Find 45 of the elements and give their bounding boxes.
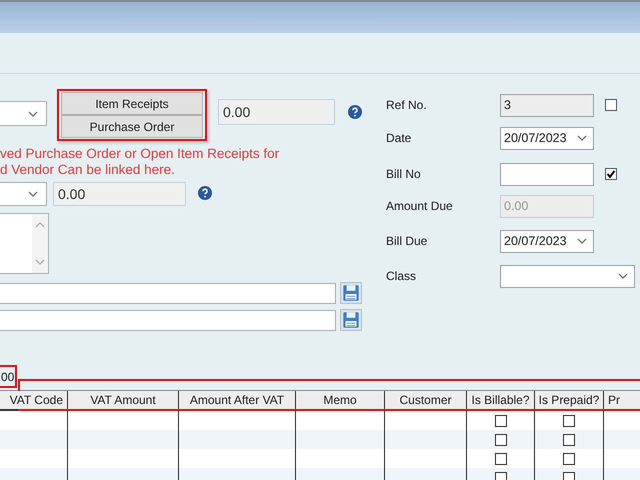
checkbox[interactable] xyxy=(605,168,617,180)
checkbox[interactable] xyxy=(563,472,575,480)
help-icon[interactable] xyxy=(198,186,212,200)
dropdown[interactable]: 20/07/2023 xyxy=(500,230,594,252)
dropdown[interactable]: 20/07/2023 xyxy=(500,126,594,150)
checkbox[interactable] xyxy=(563,434,575,446)
column-header[interactable]: Memo xyxy=(296,391,385,409)
checkbox[interactable] xyxy=(494,472,506,480)
checkbox[interactable] xyxy=(494,414,506,426)
save-icon[interactable] xyxy=(340,309,362,331)
column-header[interactable]: Amount After VAT xyxy=(179,391,296,409)
date-value: 20/07/2023 xyxy=(504,234,567,248)
chevron-icon xyxy=(28,191,38,197)
field-label: Bill Due xyxy=(386,234,428,248)
input-field[interactable] xyxy=(0,282,336,304)
input-field[interactable] xyxy=(0,310,336,330)
checkbox[interactable] xyxy=(494,434,506,446)
amount-field[interactable]: 0.00 xyxy=(53,182,186,206)
help-icon[interactable] xyxy=(348,105,362,119)
link-button[interactable]: Item Receipts xyxy=(61,92,203,115)
save-icon[interactable] xyxy=(340,282,362,304)
column-header[interactable]: VAT Amount xyxy=(68,391,179,409)
input-field[interactable] xyxy=(500,162,594,186)
field-label: Bill No xyxy=(386,167,422,181)
checkbox[interactable] xyxy=(563,414,575,426)
date-value: 20/07/2023 xyxy=(504,131,567,145)
dropdown[interactable] xyxy=(500,264,635,288)
column-header[interactable]: Pr xyxy=(604,391,640,409)
link-note: ved Purchase Order or Open Item Receipts for d Vendor Can be linked here. xyxy=(0,146,280,178)
field-label: Amount Due xyxy=(386,199,454,213)
chevron-icon xyxy=(28,110,38,116)
column-header[interactable]: Is Prepaid? xyxy=(535,391,604,409)
checkbox[interactable] xyxy=(494,452,506,464)
amount-field[interactable]: 0.00 xyxy=(218,99,335,125)
chevron-icon xyxy=(577,238,587,244)
checkbox[interactable] xyxy=(563,452,575,464)
link-button[interactable]: Purchase Order xyxy=(61,115,203,138)
chevron-icon xyxy=(577,135,587,141)
field-label: Ref No. xyxy=(386,98,428,112)
total-field[interactable]: 00 xyxy=(0,365,18,388)
field-label: Class xyxy=(386,269,418,283)
field-label: Date xyxy=(386,131,412,145)
chevron-icon xyxy=(618,273,628,279)
column-header[interactable]: Customer xyxy=(385,391,467,409)
column-header[interactable]: Is Billable? xyxy=(467,391,535,409)
